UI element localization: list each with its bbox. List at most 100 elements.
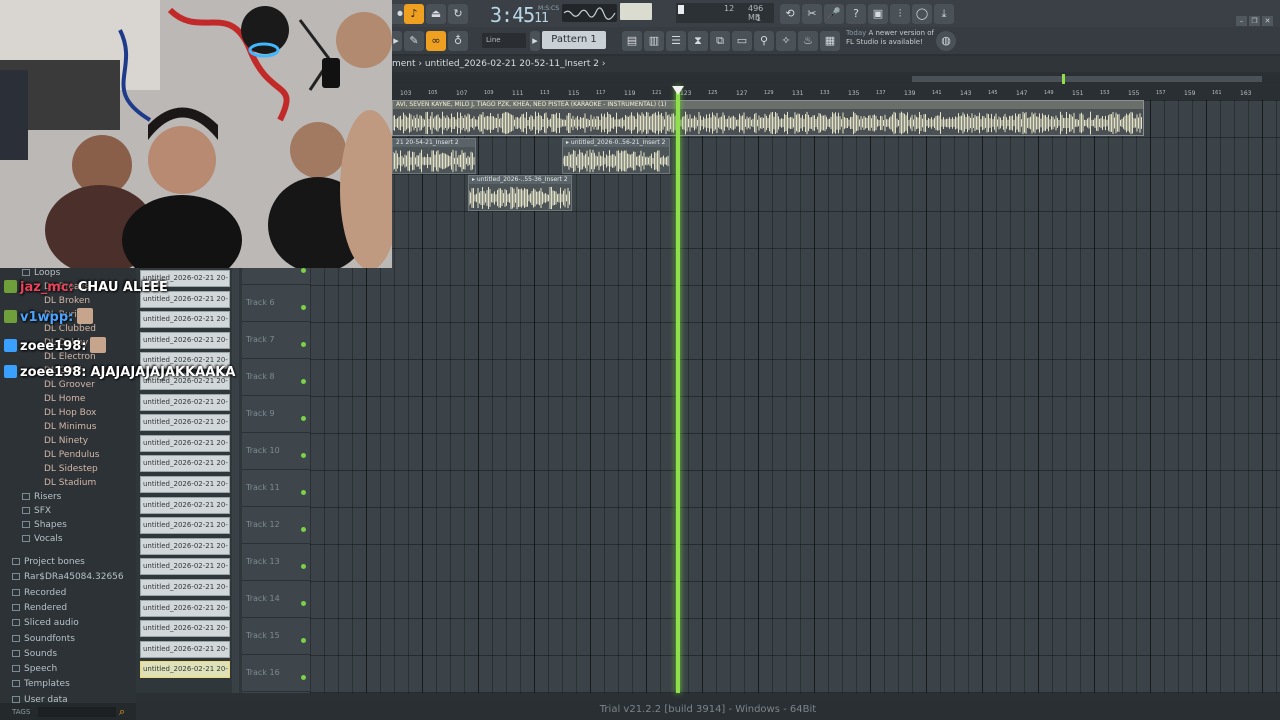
performance-icon[interactable]: ✧ xyxy=(776,31,796,51)
track-enable-led[interactable] xyxy=(301,416,306,421)
playhead-marker-icon[interactable] xyxy=(672,86,684,96)
track-header[interactable]: Track 11 xyxy=(242,470,310,507)
track-header[interactable]: Track 10 xyxy=(242,433,310,470)
audio-clip-instrumental[interactable]: AVI, SEVEN KAYNE, MILO J, TIAGO PZK, KHE… xyxy=(392,100,1144,136)
browser-item[interactable]: Sounds xyxy=(12,649,57,659)
track-header[interactable]: Track 9 xyxy=(242,396,310,433)
track-enable-led[interactable] xyxy=(301,527,306,532)
tempo-icon[interactable]: ♨ xyxy=(798,31,818,51)
browser-item[interactable]: Rendered xyxy=(12,603,67,613)
link-icon[interactable]: ∞ xyxy=(426,31,446,51)
browser-item[interactable]: DL Pendulus xyxy=(32,450,99,460)
browser-item[interactable]: Shapes xyxy=(22,520,67,530)
metronome-icon[interactable]: ♪ xyxy=(404,4,424,24)
track-enable-led[interactable] xyxy=(301,638,306,643)
breadcrumb[interactable]: ment › untitled_2026-02-21 20-52-11_Inse… xyxy=(390,56,1280,72)
minimize-icon[interactable]: – xyxy=(1236,16,1247,26)
audio-clip-insert-b[interactable]: ▸ untitled_2026-0..56-21_Insert 2 xyxy=(562,138,670,174)
pencil-icon[interactable]: ✎ xyxy=(404,31,424,51)
news-icon[interactable]: ▦ xyxy=(820,31,840,51)
track-enable-led[interactable] xyxy=(301,268,306,273)
browser-item[interactable]: Templates xyxy=(12,679,70,689)
timeline-ruler[interactable]: 103 105 107 109 111 113 115 117 119 121 123 125 127 1… xyxy=(390,86,1280,100)
help-icon[interactable]: ? xyxy=(846,4,866,24)
audio-clip-insert-a[interactable]: 21 20-54-21_Insert 2 xyxy=(392,138,476,174)
picker-clip-item[interactable]: untitled_2026-02-21 20- xyxy=(140,599,230,617)
picker-clip-item[interactable]: untitled_2026-02-21 20- xyxy=(140,393,230,411)
browser-item[interactable]: DL Stadium xyxy=(32,478,96,488)
browser-item[interactable]: Recorded xyxy=(12,588,66,598)
cut-icon[interactable]: ✂ xyxy=(802,4,822,24)
piano-roll-icon[interactable]: ▥ xyxy=(644,31,664,51)
picker-clip-item[interactable]: untitled_2026-02-21 20- xyxy=(140,414,230,432)
grid-bar-line xyxy=(702,100,703,693)
pattern-selector[interactable]: Pattern 1 xyxy=(542,31,606,49)
playhead[interactable] xyxy=(676,86,680,693)
browser-icon[interactable]: ⧉ xyxy=(710,31,730,51)
tags-search-input[interactable] xyxy=(38,707,116,717)
loop-record-icon[interactable]: ↻ xyxy=(448,4,468,24)
picker-clip-item[interactable]: untitled_2026-02-21 20- xyxy=(140,620,230,638)
browser-item[interactable]: DL Home xyxy=(32,394,85,404)
playlist-grid[interactable] xyxy=(310,100,1280,693)
track-enable-led[interactable] xyxy=(301,601,306,606)
track-header[interactable]: Track 15 xyxy=(242,618,310,655)
plugin-icon[interactable]: ⚲ xyxy=(754,31,774,51)
channel-rack-icon[interactable]: ☰ xyxy=(666,31,686,51)
picker-clip-item[interactable]: untitled_2026-02-21 20- xyxy=(140,558,230,576)
update-notice[interactable]: Today A newer version of FL Studio is av… xyxy=(846,29,934,47)
track-header[interactable]: Track 12 xyxy=(242,507,310,544)
browser-item[interactable]: Risers xyxy=(22,492,61,502)
browser-item[interactable]: Rar$DRa45084.32656 xyxy=(12,572,124,582)
browser-item[interactable]: Speech xyxy=(12,664,57,674)
folder-icon xyxy=(12,665,20,673)
microphone-icon[interactable]: 🎤 xyxy=(824,4,844,24)
pattern-arrow-icon[interactable]: ▸ xyxy=(530,31,540,51)
browser-item[interactable]: DL Sidestep xyxy=(32,464,98,474)
project-icon[interactable]: ▭ xyxy=(732,31,752,51)
picker-clip-item[interactable]: untitled_2026-02-21 20- xyxy=(140,537,230,555)
mixer-view-icon[interactable]: ⧗ xyxy=(688,31,708,51)
picker-clip-item[interactable]: untitled_2026-02-21 20- xyxy=(140,455,230,473)
globe-icon[interactable]: ◍ xyxy=(936,31,956,51)
picker-clip-item[interactable]: untitled_2026-02-21 20- xyxy=(140,640,230,658)
browser-item[interactable]: Project bones xyxy=(12,557,85,567)
track-header[interactable]: Track 14 xyxy=(242,581,310,618)
track-enable-led[interactable] xyxy=(301,675,306,680)
track-header[interactable]: Track 16 xyxy=(242,655,310,692)
browser-item[interactable]: DL Ninety xyxy=(32,436,88,446)
track-header[interactable]: Track 13 xyxy=(242,544,310,581)
restore-icon[interactable]: ❐ xyxy=(1249,16,1260,26)
search-icon[interactable]: ⌕ xyxy=(119,705,125,719)
browser-item[interactable]: Loops xyxy=(22,268,60,278)
mixer-icon[interactable]: ⫶ xyxy=(890,4,910,24)
chat-icon[interactable]: ◯ xyxy=(912,4,932,24)
browser-item[interactable]: DL Minimus xyxy=(32,422,96,432)
snap-select[interactable]: Line xyxy=(482,33,526,48)
track-enable-led[interactable] xyxy=(301,453,306,458)
wait-input-icon[interactable]: ⏏ xyxy=(426,4,446,24)
audio-clip-insert-c[interactable]: ▸ untitled_2026-..55-36_Insert 2 xyxy=(468,175,572,211)
browser-item[interactable]: Soundfonts xyxy=(12,634,75,644)
close-icon[interactable]: ✕ xyxy=(1262,16,1273,26)
browser-item[interactable]: SFX xyxy=(22,506,51,516)
playlist-icon[interactable]: ▤ xyxy=(622,31,642,51)
picker-clip-item[interactable]: untitled_2026-02-21 20- xyxy=(140,496,230,514)
chat-overlay: jaz_mc: CHAU ALEEE v1wpp: zoee198: zoee198: A… xyxy=(4,280,304,390)
stamp-icon[interactable]: ♁ xyxy=(448,31,468,51)
picker-clip-item[interactable]: untitled_2026-02-21 20- xyxy=(140,517,230,535)
picker-clip-item[interactable]: untitled_2026-02-21 20- xyxy=(140,434,230,452)
undo-icon[interactable]: ⟲ xyxy=(780,4,800,24)
browser-item-label: SFX xyxy=(34,506,52,516)
picker-clip-item[interactable]: untitled_2026-02-21 20- xyxy=(140,661,230,679)
browser-item[interactable]: DL Hop Box xyxy=(32,408,96,418)
browser-item[interactable]: Vocals xyxy=(22,534,63,544)
track-enable-led[interactable] xyxy=(301,564,306,569)
save-icon[interactable]: ▣ xyxy=(868,4,888,24)
download-icon[interactable]: ⤓ xyxy=(934,4,954,24)
picker-clip-item[interactable]: untitled_2026-02-21 20- xyxy=(140,579,230,596)
browser-item[interactable]: Sliced audio xyxy=(12,618,79,628)
scrollbar-thumb[interactable] xyxy=(912,76,1262,82)
track-enable-led[interactable] xyxy=(301,490,306,495)
picker-clip-item[interactable]: untitled_2026-02-21 20- xyxy=(140,476,230,493)
